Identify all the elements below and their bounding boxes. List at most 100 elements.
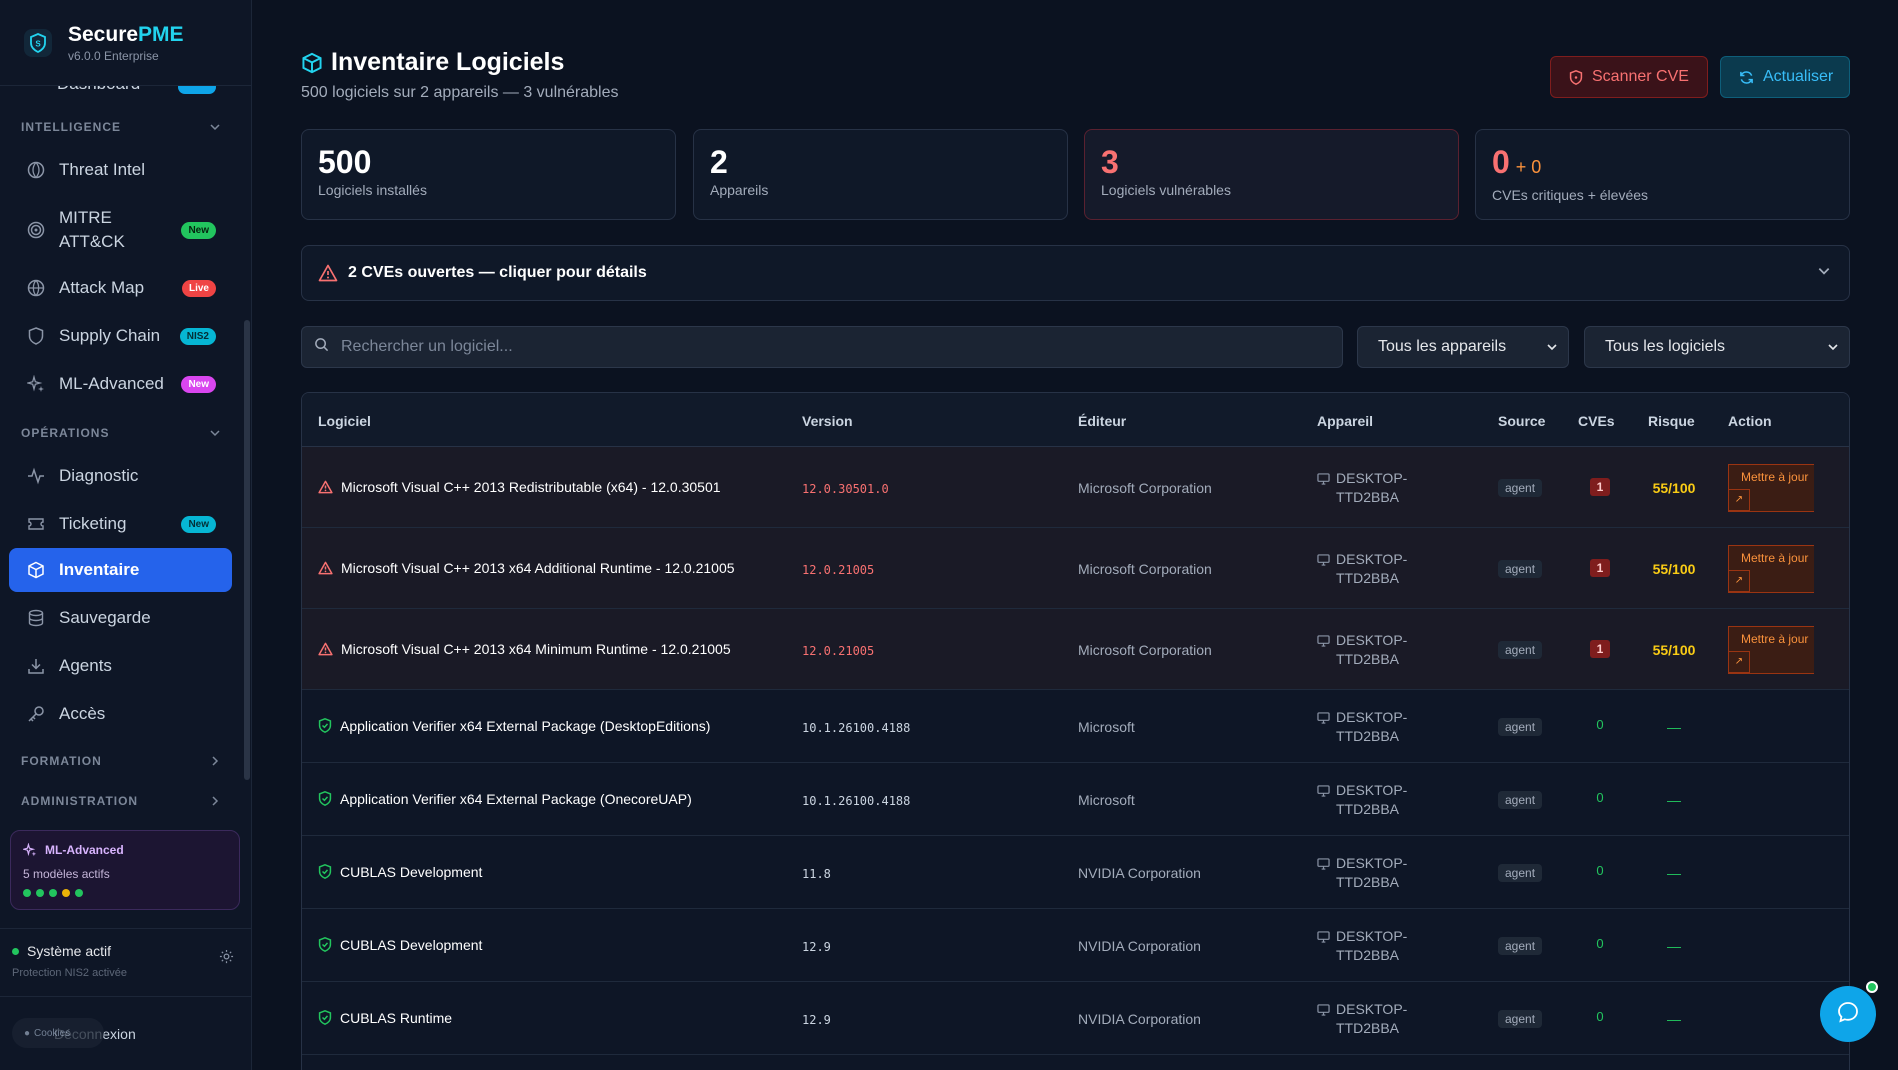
stat-value: 500 bbox=[318, 144, 372, 180]
monitor-icon bbox=[1317, 472, 1330, 507]
section-intelligence[interactable]: INTELLIGENCE bbox=[21, 120, 221, 134]
refresh-button[interactable]: Actualiser bbox=[1720, 56, 1850, 98]
software-version: 12.9 bbox=[802, 939, 831, 954]
column-header[interactable]: Source bbox=[1498, 413, 1545, 429]
sidebar-scrollbar[interactable] bbox=[244, 320, 250, 780]
cve-count: 0 bbox=[1596, 935, 1604, 951]
sidebar-item-ticketing[interactable]: Ticketing New bbox=[9, 502, 232, 546]
external-link-icon: ↗ bbox=[1728, 488, 1750, 511]
sidebar-item-acces[interactable]: Accès bbox=[9, 692, 232, 736]
update-button[interactable]: Mettre à jour ↗ bbox=[1728, 625, 1814, 674]
sidebar-item-ml-advanced[interactable]: ML-Advanced New bbox=[9, 362, 232, 406]
software-select[interactable]: Tous les logiciels bbox=[1584, 326, 1850, 368]
source-badge: agent bbox=[1498, 1009, 1543, 1028]
sidebar-item-supply-chain[interactable]: Supply Chain NIS2 bbox=[9, 314, 232, 358]
device-select[interactable]: Tous les appareils bbox=[1357, 326, 1569, 368]
monitor-icon bbox=[1317, 1003, 1330, 1038]
column-header[interactable]: Appareil bbox=[1317, 413, 1373, 429]
ml-advanced-card[interactable]: ML-Advanced 5 modèles actifs bbox=[10, 830, 240, 910]
column-header[interactable]: Risque bbox=[1648, 413, 1695, 429]
software-version: 11.8 bbox=[802, 866, 831, 881]
activity-icon bbox=[25, 465, 47, 487]
update-button[interactable]: Mettre à jour ↗ bbox=[1728, 463, 1814, 512]
update-button[interactable]: Mettre à jour ↗ bbox=[1728, 544, 1814, 593]
stat-value: 3 bbox=[1101, 144, 1119, 180]
software-name: Microsoft Visual C++ 2013 x64 Additional… bbox=[318, 560, 735, 576]
sidebar-item-diagnostic[interactable]: Diagnostic bbox=[9, 454, 232, 498]
search-icon bbox=[314, 337, 329, 357]
section-administration[interactable]: ADMINISTRATION bbox=[21, 794, 221, 808]
device-name: DESKTOP- TTD2BBA bbox=[1317, 469, 1407, 507]
warning-icon bbox=[318, 264, 338, 282]
software-name: Microsoft Visual C++ 2013 Redistributabl… bbox=[318, 479, 721, 495]
table-row[interactable]: CUBLAS Development 11.8 NVIDIA Corporation… bbox=[302, 836, 1849, 909]
software-version: 12.9 bbox=[802, 1012, 831, 1027]
software-publisher: Microsoft bbox=[1078, 791, 1135, 808]
scan-cve-button[interactable]: Scanner CVE bbox=[1550, 56, 1708, 98]
risk-score: — bbox=[1667, 718, 1681, 735]
column-header[interactable]: Action bbox=[1728, 413, 1772, 429]
search-input[interactable] bbox=[341, 338, 1301, 356]
section-formation[interactable]: FORMATION bbox=[21, 754, 221, 768]
risk-score: — bbox=[1667, 937, 1681, 954]
table-row[interactable]: Application Verifier x64 External Packag… bbox=[302, 690, 1849, 763]
brand-version: v6.0.0 Enterprise bbox=[68, 48, 159, 63]
table-row[interactable]: Microsoft Visual C++ 2013 Redistributabl… bbox=[302, 447, 1849, 528]
stat-label: Logiciels installés bbox=[318, 182, 427, 198]
column-header[interactable]: Éditeur bbox=[1078, 413, 1126, 429]
table-row[interactable]: CUBLAS Runtime 12.9 NVIDIA Corporation DESK… bbox=[302, 982, 1849, 1055]
source-badge: agent bbox=[1498, 936, 1543, 955]
chevron-right-icon bbox=[212, 756, 219, 766]
table-row[interactable]: Microsoft Visual C++ 2013 x64 Minimum Ru… bbox=[302, 609, 1849, 690]
source-badge: agent bbox=[1498, 559, 1543, 578]
sidebar-item-attack-map[interactable]: Attack Map Live bbox=[9, 266, 232, 310]
software-publisher: Microsoft Corporation bbox=[1078, 641, 1212, 658]
globe-icon bbox=[25, 159, 47, 181]
column-header[interactable]: Logiciel bbox=[318, 413, 371, 429]
monitor-icon bbox=[1317, 857, 1330, 892]
software-publisher: NVIDIA Corporation bbox=[1078, 864, 1201, 881]
stat-label: Appareils bbox=[710, 182, 769, 198]
risk-score: 55/100 bbox=[1652, 641, 1696, 658]
online-indicator bbox=[1866, 981, 1878, 993]
sidebar-item-sauvegarde[interactable]: Sauvegarde bbox=[9, 596, 232, 640]
software-version: 10.1.26100.4188 bbox=[802, 793, 911, 808]
main-content: Inventaire Logiciels 500 logiciels sur 2… bbox=[253, 0, 1898, 1070]
stat-label: Logiciels vulnérables bbox=[1101, 182, 1231, 198]
software-name: CUBLAS Runtime bbox=[318, 1010, 452, 1026]
package-icon bbox=[25, 559, 47, 581]
table-row[interactable]: Application Verifier x64 External Packag… bbox=[302, 763, 1849, 836]
column-header[interactable]: Version bbox=[802, 413, 853, 429]
shield-icon bbox=[1569, 69, 1583, 85]
chevron-right-icon bbox=[212, 796, 219, 806]
page-title: Inventaire Logiciels bbox=[301, 48, 564, 77]
risk-score: 55/100 bbox=[1652, 479, 1696, 496]
chevron-down-icon bbox=[210, 124, 220, 131]
section-operations[interactable]: OPÉRATIONS bbox=[21, 426, 221, 440]
brand[interactable]: S SecurePME v6.0.0 Enterprise bbox=[0, 0, 251, 86]
search-bar[interactable] bbox=[301, 326, 1343, 368]
gear-icon[interactable] bbox=[219, 949, 234, 969]
warning-icon bbox=[318, 561, 333, 575]
stat-card-devices: 2 Appareils bbox=[693, 129, 1068, 220]
monitor-icon bbox=[1317, 930, 1330, 965]
risk-score: 55/100 bbox=[1652, 560, 1696, 577]
sparkles-icon bbox=[23, 843, 37, 857]
table-row[interactable]: Microsoft Visual C++ 2013 x64 Additional… bbox=[302, 528, 1849, 609]
sidebar-item-mitre[interactable]: MITRE ATT&CK New bbox=[9, 204, 232, 256]
software-publisher: Microsoft Corporation bbox=[1078, 479, 1212, 496]
sidebar-item-agents[interactable]: Agents bbox=[9, 644, 232, 688]
software-publisher: NVIDIA Corporation bbox=[1078, 1010, 1201, 1027]
system-status: Système actif Protection NIS2 activée bbox=[0, 928, 252, 996]
sidebar-item-dashboard[interactable]: Dashboard bbox=[57, 86, 140, 94]
cookie-chip[interactable]: ● Cookies bbox=[12, 1018, 104, 1048]
stat-card-critical-cves: 0 + 0 CVEs critiques + élevées bbox=[1475, 129, 1850, 220]
device-name: DESKTOP- TTD2BBA bbox=[1317, 550, 1407, 588]
column-header[interactable]: CVEs bbox=[1578, 413, 1615, 429]
sidebar-item-inventaire[interactable]: Inventaire bbox=[9, 548, 232, 592]
open-cves-alert[interactable]: 2 CVEs ouvertes — cliquer pour détails bbox=[301, 245, 1850, 301]
sidebar-item-threat-intel[interactable]: Threat Intel bbox=[9, 148, 232, 192]
cve-count: 0 bbox=[1596, 1008, 1604, 1024]
table-row[interactable]: CUBLAS Development 12.9 NVIDIA Corporation… bbox=[302, 909, 1849, 982]
chat-button[interactable] bbox=[1820, 986, 1876, 1042]
